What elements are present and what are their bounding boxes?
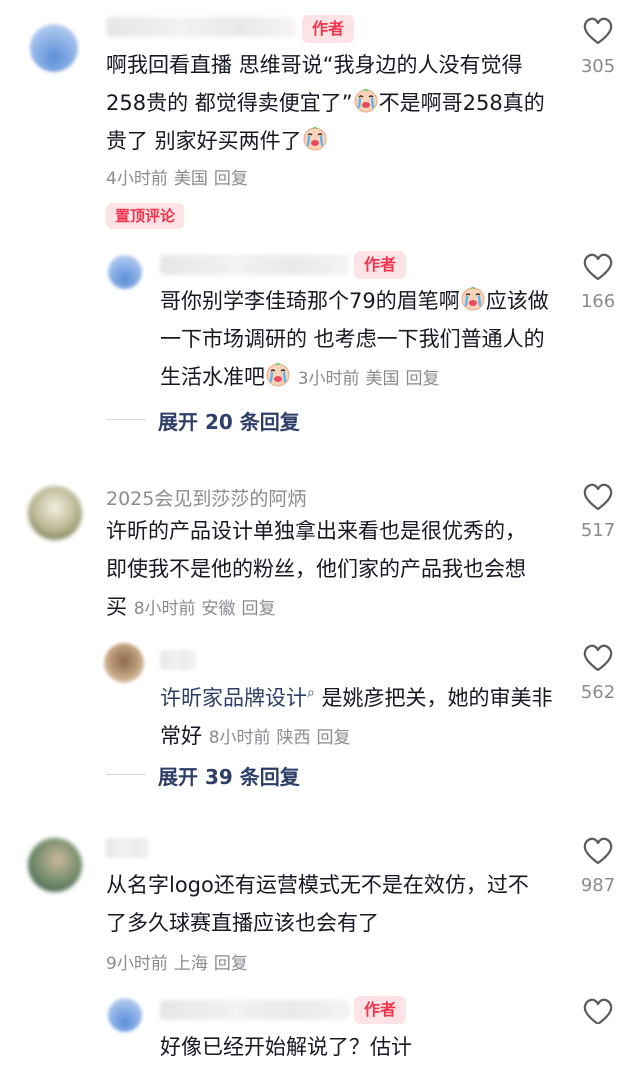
comment-meta: 8小时前 安徽 回复 — [134, 599, 282, 619]
comment-time: 9小时前 — [106, 954, 168, 974]
reply-button[interactable]: 回复 — [214, 169, 248, 189]
comment-meta: 9小时前 上海 回复 — [106, 949, 254, 974]
pinned-badge: 置顶评论 — [106, 203, 185, 229]
reply-button[interactable]: 回复 — [242, 599, 276, 619]
like-count: 987 — [580, 875, 616, 896]
like-count: 166 — [580, 291, 616, 312]
comment-text: 从名字logo还有运营模式无不是在效仿，过不了多久球赛直播应该也会有了 — [106, 873, 529, 935]
like-count: 305 — [580, 56, 616, 77]
comment-time: 4小时前 — [106, 169, 168, 189]
crying-emoji-icon — [265, 362, 291, 388]
comment-meta: 4小时前 美国 回复 — [106, 164, 254, 189]
reply-button[interactable]: 回复 — [317, 728, 351, 748]
comment-location: 美国 — [365, 369, 400, 389]
comment-time: 8小时前 — [208, 728, 271, 748]
expand-replies-button[interactable]: 展开 20 条回复 — [158, 406, 300, 435]
username-blurred[interactable] — [106, 17, 296, 37]
username-blurred[interactable] — [106, 838, 150, 858]
reply-button[interactable]: 回复 — [406, 369, 440, 389]
comment-text: 许昕家品牌设计⌕ 是姚彦把关，她的审美非常好 8小时前 陕西 回复 — [160, 685, 553, 748]
like-heart-icon[interactable] — [583, 837, 613, 865]
username-blurred[interactable] — [160, 1000, 350, 1020]
avatar[interactable] — [108, 255, 142, 289]
comment-text: 哥你别学李佳琦那个79的眉笔啊 应该做一下市场调研的 也考虑一下我们普通人的生活水… — [160, 282, 560, 398]
reply-button[interactable]: 回复 — [214, 954, 248, 974]
comment-time: 3小时前 — [297, 369, 360, 389]
brand-design-link[interactable]: 许昕家品牌设计 — [160, 686, 307, 710]
crying-emoji-icon — [302, 126, 328, 152]
comment-location: 美国 — [173, 169, 208, 189]
username[interactable]: 2025会见到莎莎的阿炳 — [106, 484, 306, 511]
expand-divider — [106, 774, 146, 775]
like-heart-icon[interactable] — [583, 17, 613, 45]
comment-location: 陕西 — [276, 728, 311, 748]
comment-text: 许昕的产品设计单独拿出来看也是很优秀的，即使我不是他的粉丝，他们家的产品我也会想… — [106, 519, 526, 619]
comment-location: 安徽 — [201, 599, 236, 619]
comment-text: 啊我回看直播 思维哥说“我身边的人没有觉得258贵的 都觉得卖便宜了” 不是啊哥2… — [106, 53, 545, 153]
avatar[interactable] — [104, 643, 144, 683]
search-icon: ⌕ — [307, 685, 315, 701]
bottom-fade-overlay — [420, 1024, 640, 1067]
like-count: 517 — [580, 520, 616, 541]
like-heart-icon[interactable] — [583, 644, 613, 672]
like-heart-icon[interactable] — [583, 483, 613, 511]
comment-meta: 3小时前 美国 回复 — [298, 369, 446, 389]
like-heart-icon[interactable] — [583, 253, 613, 281]
avatar[interactable] — [28, 838, 82, 892]
avatar[interactable] — [108, 998, 142, 1032]
expand-divider — [106, 419, 146, 420]
like-count: 562 — [580, 682, 616, 703]
author-badge: 作者 — [354, 996, 407, 1024]
author-badge: 作者 — [302, 15, 355, 43]
author-badge: 作者 — [354, 251, 407, 279]
crying-emoji-icon — [460, 286, 486, 312]
comment-meta: 8小时前 陕西 回复 — [209, 728, 357, 748]
crying-emoji-icon — [353, 88, 379, 114]
avatar[interactable] — [28, 486, 82, 540]
like-heart-icon[interactable] — [583, 998, 613, 1026]
comment-location: 上海 — [173, 954, 208, 974]
comment-time: 8小时前 — [133, 599, 196, 619]
avatar[interactable] — [30, 24, 78, 72]
username-blurred[interactable] — [160, 255, 350, 275]
username-blurred[interactable] — [160, 650, 196, 670]
expand-replies-button[interactable]: 展开 39 条回复 — [158, 761, 300, 790]
